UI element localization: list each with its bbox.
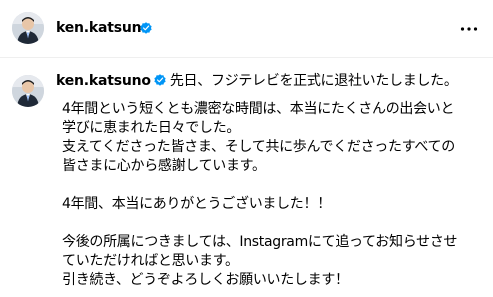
header-username[interactable]: ken.katsuno — [56, 19, 151, 37]
caption-paragraph: 4年間、本当にありがとうございました！！ — [62, 196, 331, 212]
caption-body: 4年間という短くとも濃密な時間は、本当にたくさんの出会いと 学びに恵まれた日々で… — [62, 100, 482, 290]
avatar[interactable] — [12, 12, 44, 44]
post-caption: ken.katsuno 先日、フジテレビを正式に退社いたしました。 4年間という… — [0, 58, 493, 297]
verified-badge-icon — [140, 22, 152, 34]
more-horizontal-icon — [460, 27, 478, 31]
caption-first-line: ken.katsuno 先日、フジテレビを正式に退社いたしました。 — [56, 72, 458, 90]
verified-badge-icon — [154, 74, 166, 86]
caption-paragraph: 4年間という短くとも濃密な時間は、本当にたくさんの出会いと 学びに恵まれた日々で… — [62, 101, 455, 174]
profile-photo — [12, 12, 44, 44]
profile-photo — [12, 75, 44, 107]
avatar[interactable] — [12, 75, 44, 107]
post-header: ken.katsuno — [0, 0, 493, 58]
caption-paragraph: 今後の所属につきましては、Instagramにて追ってお知らせさせ ていただけれ… — [62, 234, 458, 288]
more-options-button[interactable] — [457, 17, 481, 41]
caption-username[interactable]: ken.katsuno — [56, 73, 151, 89]
caption-lead-text: 先日、フジテレビを正式に退社いたしました。 — [169, 73, 458, 89]
